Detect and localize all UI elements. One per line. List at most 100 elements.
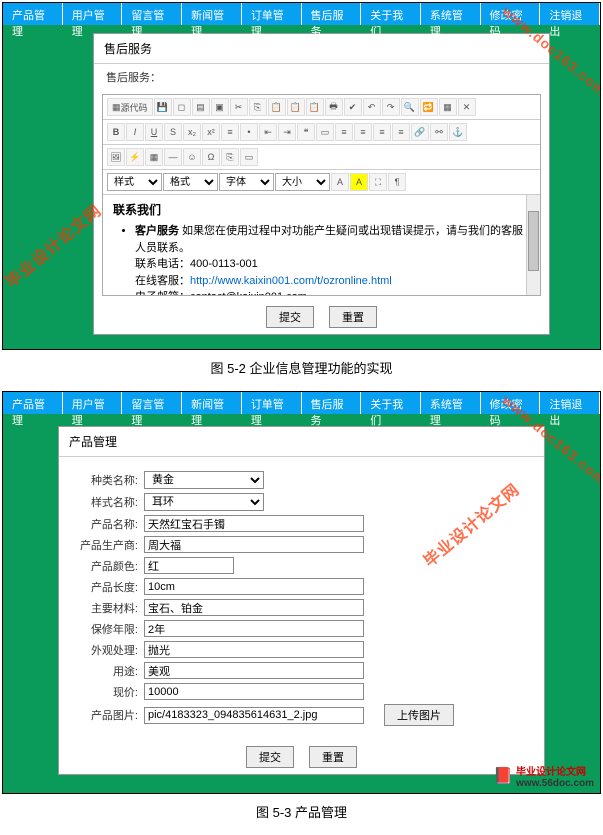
redo-icon[interactable]: ↷	[382, 98, 400, 116]
field-input[interactable]: 黄金	[144, 471, 264, 489]
field-input[interactable]	[144, 683, 364, 700]
link-icon[interactable]: 🔗	[411, 123, 429, 141]
figure-2: 产品管理用户管理留言管理新闻管理订单管理售后服务关于我们系统管理修改密码注销退出…	[2, 391, 601, 794]
nav-item[interactable]: 产品管理	[3, 392, 63, 414]
field-label: 用途:	[69, 663, 144, 679]
paste-icon[interactable]: 📋	[268, 98, 286, 116]
textcolor-icon[interactable]: A	[331, 173, 349, 191]
sup-icon[interactable]: x²	[202, 123, 220, 141]
print-icon[interactable]: 🖶	[325, 98, 343, 116]
field-input[interactable]	[144, 578, 364, 595]
field-input[interactable]: 耳环	[144, 493, 264, 511]
field-input[interactable]	[144, 641, 364, 658]
div-icon[interactable]: ▭	[316, 123, 334, 141]
replace-icon[interactable]: 🔁	[420, 98, 438, 116]
field-input[interactable]	[144, 620, 364, 637]
field-input[interactable]	[144, 599, 364, 616]
ol-icon[interactable]: ≡	[221, 123, 239, 141]
source-button[interactable]: ▦ 源代码	[107, 98, 153, 116]
indent-icon[interactable]: ⇥	[278, 123, 296, 141]
reset-button[interactable]: 重置	[329, 306, 377, 328]
strike-icon[interactable]: S	[164, 123, 182, 141]
nav-item[interactable]: 产品管理	[3, 3, 63, 25]
editor-content[interactable]: 联系我们 客户服务 如果您在使用过程中对功能产生疑问或出现错误提示，请与我们的客…	[103, 195, 540, 295]
align-left-icon[interactable]: ≡	[335, 123, 353, 141]
nav-item[interactable]: 售后服务	[302, 392, 362, 414]
nav-item[interactable]: 关于我们	[361, 392, 421, 414]
font-select[interactable]: 字体	[219, 173, 274, 191]
nav-item[interactable]: 修改密码	[481, 3, 541, 25]
field-input[interactable]	[144, 662, 364, 679]
form-row: 产品图片:上传图片	[69, 704, 534, 726]
field-input[interactable]	[144, 557, 234, 574]
nav-item[interactable]: 用户管理	[63, 392, 123, 414]
sub-icon[interactable]: x₂	[183, 123, 201, 141]
max-icon[interactable]: ⛶	[369, 173, 387, 191]
blocks-icon[interactable]: ¶	[388, 173, 406, 191]
flash-icon[interactable]: ⚡	[126, 148, 144, 166]
style-select[interactable]: 样式	[107, 173, 162, 191]
align-justify-icon[interactable]: ≡	[392, 123, 410, 141]
nav-item[interactable]: 注销退出	[540, 392, 600, 414]
anchor-icon[interactable]: ⚓	[449, 123, 467, 141]
scroll-thumb[interactable]	[528, 211, 539, 271]
nav-item[interactable]: 售后服务	[302, 3, 362, 25]
field-input[interactable]	[144, 536, 364, 553]
nav-item[interactable]: 留言管理	[122, 3, 182, 25]
field-input[interactable]	[144, 707, 364, 724]
nav-item[interactable]: 注销退出	[540, 3, 600, 25]
upload-button[interactable]: 上传图片	[384, 704, 454, 726]
ul-icon[interactable]: •	[240, 123, 258, 141]
bold-icon[interactable]: B	[107, 123, 125, 141]
cut-icon[interactable]: ✂	[230, 98, 248, 116]
find-icon[interactable]: 🔍	[401, 98, 419, 116]
nav-item[interactable]: 留言管理	[122, 392, 182, 414]
outdent-icon[interactable]: ⇤	[259, 123, 277, 141]
smiley-icon[interactable]: ☺	[183, 148, 201, 166]
template-icon[interactable]: ▣	[211, 98, 229, 116]
submit-button-2[interactable]: 提交	[246, 746, 294, 768]
submit-button[interactable]: 提交	[266, 306, 314, 328]
format-select[interactable]: 格式	[163, 173, 218, 191]
copy-icon[interactable]: ⎘	[249, 98, 267, 116]
nav-item[interactable]: 修改密码	[481, 392, 541, 414]
underline-icon[interactable]: U	[145, 123, 163, 141]
nav-item[interactable]: 系统管理	[421, 3, 481, 25]
field-label: 产品颜色:	[69, 558, 144, 574]
nav-item[interactable]: 订单管理	[242, 392, 302, 414]
unlink-icon[interactable]: ⚯	[430, 123, 448, 141]
reset-button-2[interactable]: 重置	[309, 746, 357, 768]
preview-icon[interactable]: ▤	[192, 98, 210, 116]
clear-icon[interactable]: ✕	[458, 98, 476, 116]
spell-icon[interactable]: ✔	[344, 98, 362, 116]
page-icon[interactable]: ⎘	[221, 148, 239, 166]
field-input[interactable]	[144, 515, 364, 532]
align-right-icon[interactable]: ≡	[373, 123, 391, 141]
nav-item[interactable]: 订单管理	[242, 3, 302, 25]
bgcolor-icon[interactable]: A	[350, 173, 368, 191]
figure-1-caption: 图 5-2 企业信息管理功能的实现	[0, 358, 603, 377]
nav-item[interactable]: 新闻管理	[182, 392, 242, 414]
new-icon[interactable]: ◻	[173, 98, 191, 116]
italic-icon[interactable]: I	[126, 123, 144, 141]
align-center-icon[interactable]: ≡	[354, 123, 372, 141]
field-label: 现价:	[69, 684, 144, 700]
table-icon[interactable]: ▦	[145, 148, 163, 166]
contact-link[interactable]: http://www.kaixin001.com/t/ozronline.htm…	[190, 275, 392, 287]
nav-item[interactable]: 新闻管理	[182, 3, 242, 25]
quote-icon[interactable]: ❝	[297, 123, 315, 141]
hr-icon[interactable]: —	[164, 148, 182, 166]
iframe-icon[interactable]: ▭	[240, 148, 258, 166]
select-all-icon[interactable]: ▦	[439, 98, 457, 116]
image-icon[interactable]: 🖼	[107, 148, 125, 166]
undo-icon[interactable]: ↶	[363, 98, 381, 116]
nav-item[interactable]: 关于我们	[361, 3, 421, 25]
char-icon[interactable]: Ω	[202, 148, 220, 166]
nav-item[interactable]: 用户管理	[63, 3, 123, 25]
save-icon[interactable]: 💾	[154, 98, 172, 116]
paste-word-icon[interactable]: 📋	[306, 98, 324, 116]
nav-item[interactable]: 系统管理	[421, 392, 481, 414]
size-select[interactable]: 大小	[275, 173, 330, 191]
paste-text-icon[interactable]: 📋	[287, 98, 305, 116]
editor-scrollbar[interactable]	[526, 195, 540, 295]
